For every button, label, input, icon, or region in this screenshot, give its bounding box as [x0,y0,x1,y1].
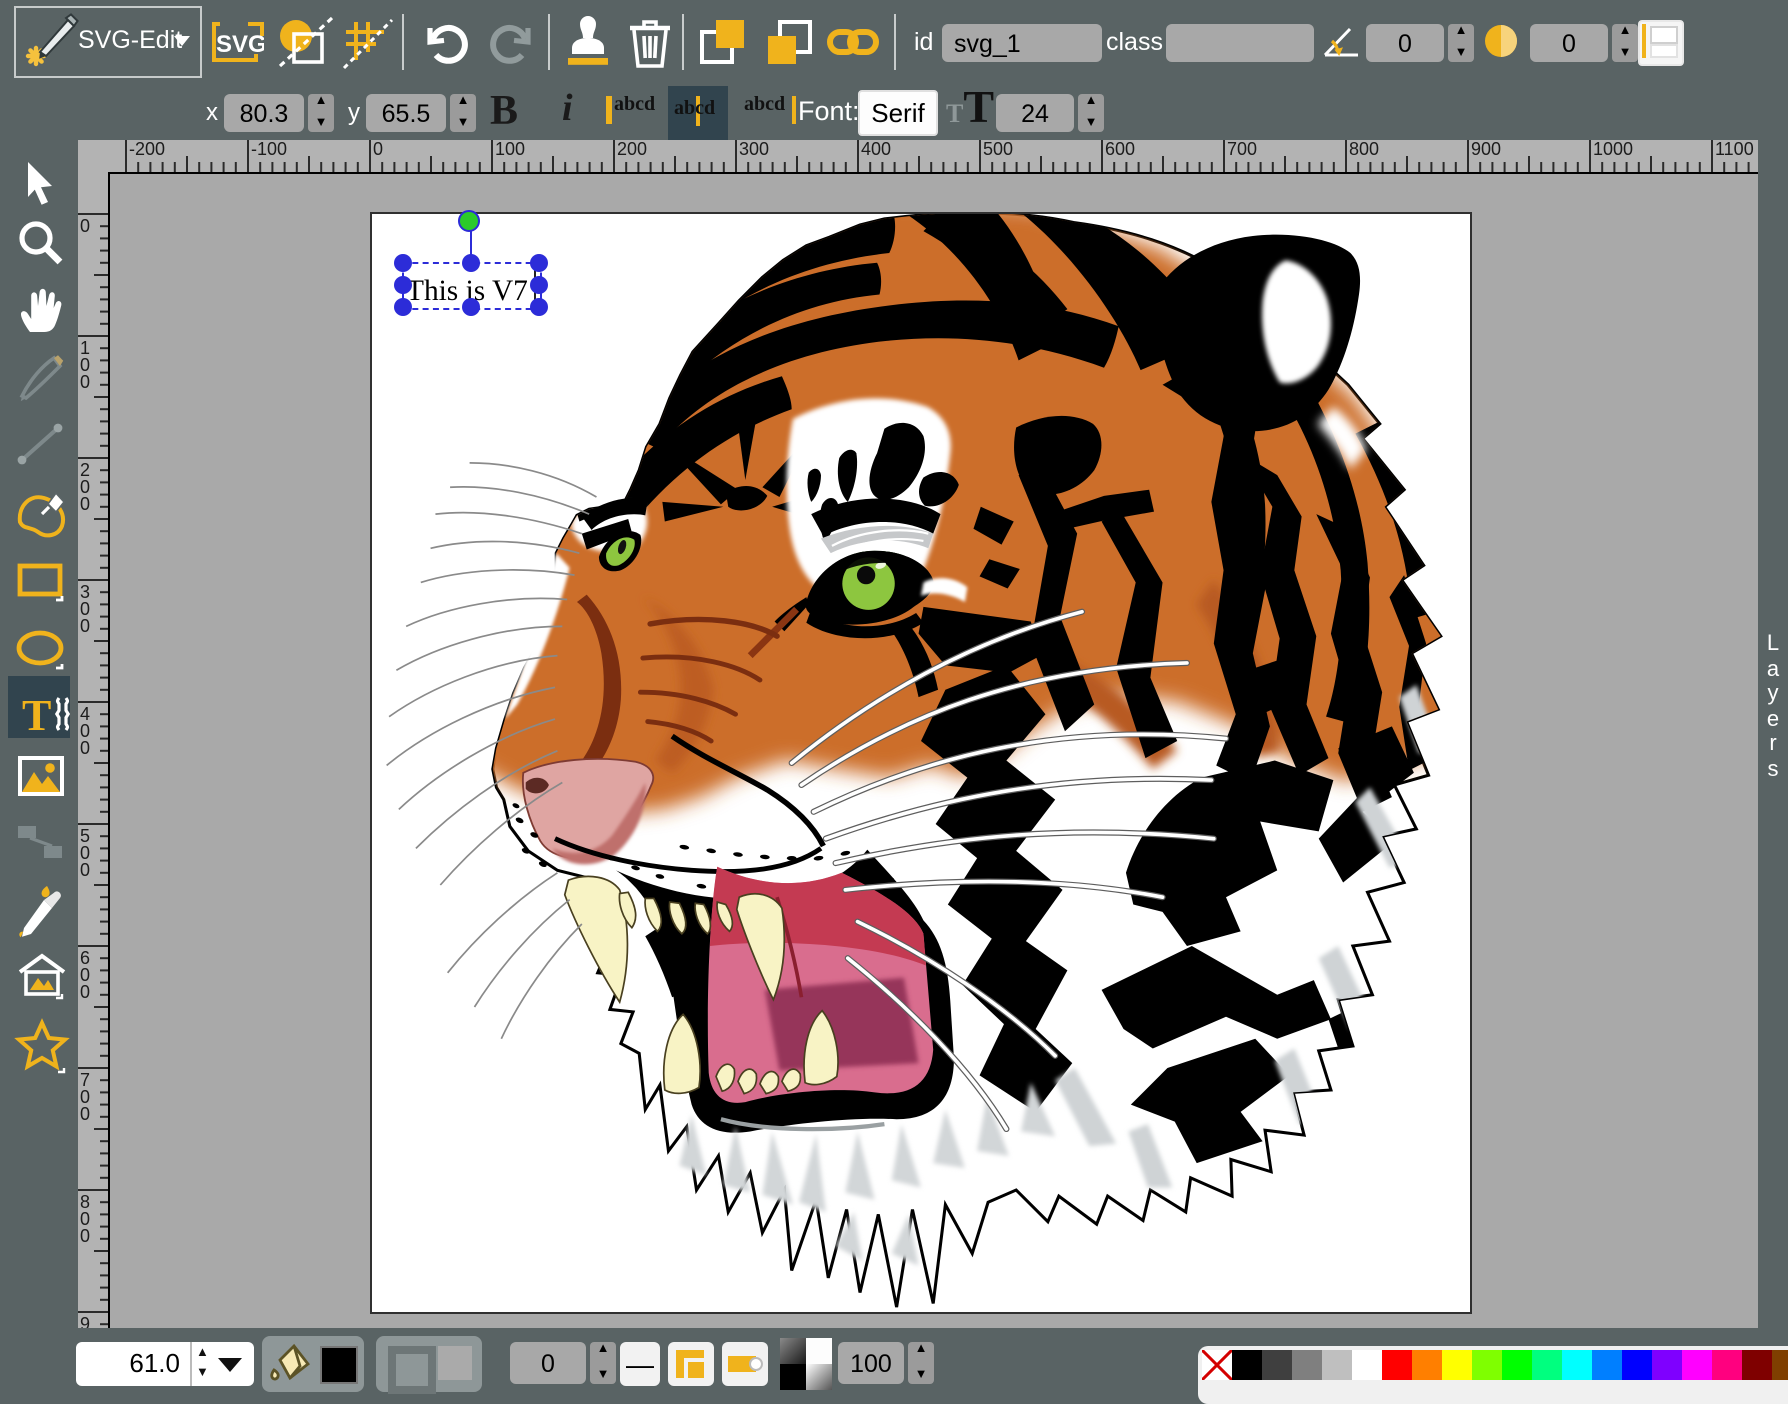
svg-text:0: 0 [80,738,90,758]
svg-text:800: 800 [1349,140,1379,159]
svg-text:0: 0 [80,982,90,1002]
svg-text:9: 9 [80,1314,90,1328]
svg-text:0: 0 [80,1226,90,1246]
svg-text:1100: 1100 [1715,140,1754,159]
svg-text:300: 300 [739,140,769,159]
svg-text:100: 100 [495,140,525,159]
svg-text:0: 0 [80,494,90,514]
svg-text:-100: -100 [251,140,287,159]
svg-text:0: 0 [80,1104,90,1124]
svg-text:700: 700 [1227,140,1257,159]
svg-text:600: 600 [1105,140,1135,159]
svg-text:-200: -200 [129,140,165,159]
svg-text:SVG: SVG [216,31,264,58]
svg-text:400: 400 [861,140,891,159]
svg-text:900: 900 [1471,140,1501,159]
svg-text:T: T [22,691,51,740]
svg-text:0: 0 [80,372,90,392]
svg-text:1000: 1000 [1593,140,1633,159]
svg-text:0: 0 [80,616,90,636]
svg-text:500: 500 [983,140,1013,159]
svg-text:0: 0 [80,860,90,880]
svg-text:0: 0 [80,216,90,236]
svg-text:0: 0 [373,140,383,159]
svg-text:200: 200 [617,140,647,159]
